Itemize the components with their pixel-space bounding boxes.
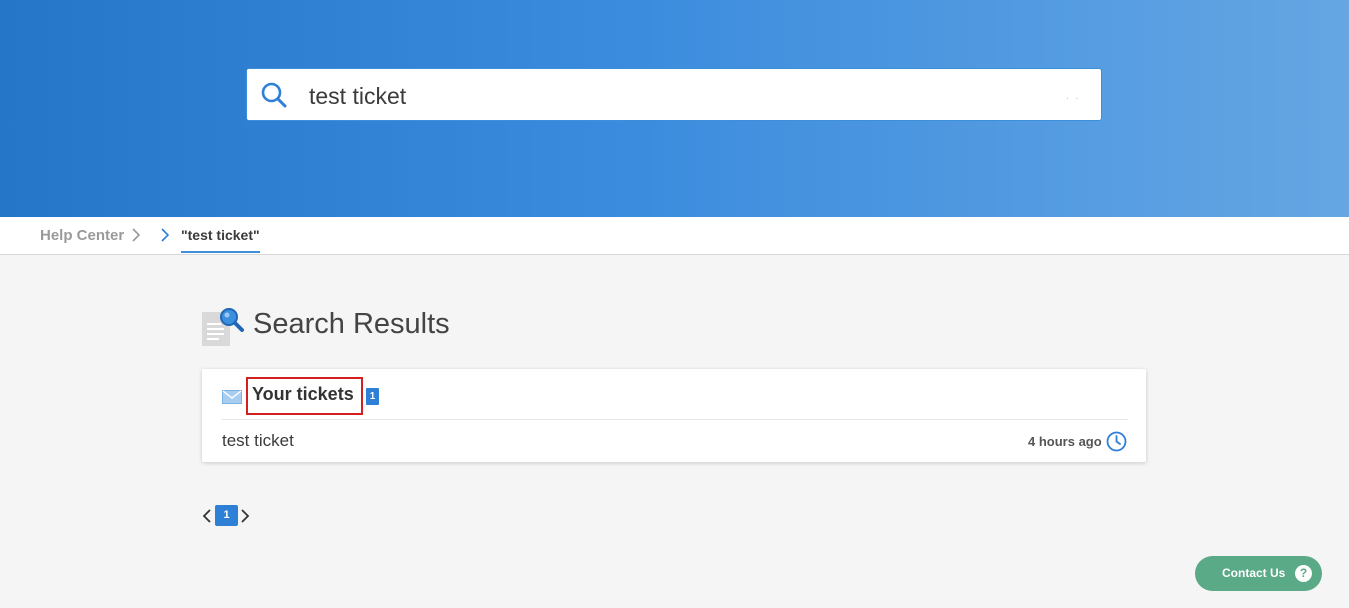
result-timestamp: 4 hours ago: [1028, 434, 1102, 449]
chevron-left-icon[interactable]: [202, 509, 212, 523]
count-badge: 1: [366, 388, 379, 405]
hero-banner: . .: [0, 0, 1349, 217]
ticket-result-link[interactable]: test ticket: [222, 431, 294, 451]
chevron-right-icon: [161, 228, 170, 242]
contact-us-label: Contact Us: [1222, 566, 1286, 580]
breadcrumb: Help Center "test ticket": [0, 217, 1349, 255]
search-document-icon: [202, 308, 244, 346]
search-input[interactable]: [307, 79, 1051, 113]
chevron-right-icon[interactable]: [240, 509, 250, 523]
breadcrumb-current: "test ticket": [181, 227, 260, 253]
page-number-button[interactable]: 1: [215, 505, 238, 526]
divider: [222, 419, 1128, 420]
category-title-link[interactable]: Your tickets: [252, 384, 354, 405]
search-bar[interactable]: . .: [246, 68, 1102, 121]
results-card: Your tickets 1 test ticket 4 hours ago: [202, 369, 1146, 462]
page-title: Search Results: [253, 308, 450, 340]
envelope-icon: [222, 390, 242, 404]
question-icon: ?: [1295, 565, 1312, 582]
contact-us-button[interactable]: Contact Us ?: [1195, 556, 1322, 591]
chevron-right-icon: [132, 228, 141, 242]
search-icon[interactable]: [260, 81, 288, 109]
breadcrumb-help-center[interactable]: Help Center: [40, 227, 124, 244]
clock-icon: [1106, 431, 1127, 452]
search-hint: . .: [1066, 91, 1081, 102]
